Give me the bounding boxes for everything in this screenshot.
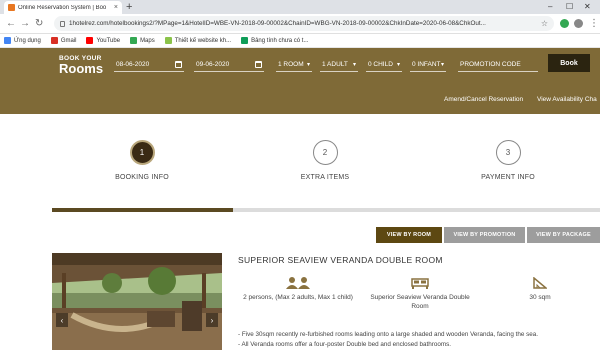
calendar-icon[interactable] — [255, 61, 262, 68]
checkout-date-field[interactable]: 09-06-2020 — [194, 58, 264, 72]
address-toolbar: ← → ↻ 1hotelrez.com/hotelbookings2/?MPag… — [0, 14, 600, 34]
promo-code-input[interactable]: PROMOTION CODE — [458, 58, 538, 72]
bookmark-star-icon[interactable]: ☆ — [541, 19, 548, 28]
forward-icon[interactable]: → — [20, 17, 30, 31]
step-number: 2 — [312, 140, 338, 165]
step-number: 1 — [129, 140, 155, 165]
tab-title: Online Reservation System | Boo — [18, 4, 107, 11]
rooms-select[interactable]: 1 ROOM ▾ — [276, 58, 312, 72]
occupancy-info: 2 persons, (Max 2 adults, Max 1 child) — [238, 277, 358, 302]
bookmark-label: Gmail — [60, 37, 77, 44]
url-input[interactable]: 1hotelrez.com/hotelbookings2/?MPage=1&Ho… — [54, 16, 554, 31]
booking-header: BOOK YOUR Rooms 08-06-2020 09-06-2020 1 … — [0, 48, 600, 114]
bookmark-favicon-icon — [4, 37, 11, 44]
brand-logo: BOOK YOUR Rooms — [59, 55, 103, 75]
room-size-text: 30 sqm — [529, 294, 551, 301]
checkout-date-value: 09-06-2020 — [196, 61, 230, 68]
occupancy-text: 2 persons, (Max 2 adults, Max 1 child) — [243, 294, 353, 301]
bookmark-item[interactable]: Gmail — [50, 37, 77, 44]
room-size-info: 30 sqm — [514, 277, 566, 302]
bookmark-label: Ứng dụng — [14, 37, 41, 44]
step-1: 1 BOOKING INFO — [72, 140, 212, 181]
step-number: 3 — [495, 140, 521, 165]
adults-select[interactable]: 1 ADULT ▾ — [320, 58, 358, 72]
bookmark-favicon-icon — [164, 37, 172, 44]
checkin-date-field[interactable]: 08-06-2020 — [114, 58, 184, 72]
new-tab-button[interactable]: + — [126, 0, 132, 14]
room-title: SUPERIOR SEAVIEW VERANDA DOUBLE ROOM — [238, 255, 443, 265]
set-square-icon — [533, 277, 547, 289]
bookmarks-bar: Ứng dụng Gmail YouTube Maps Thiết kế website… — [0, 34, 600, 48]
rooms-value: 1 ROOM — [278, 61, 304, 68]
persons-icon — [286, 277, 310, 289]
calendar-icon[interactable] — [175, 61, 182, 68]
bed-type-info: Superior Seaview Veranda Double Room — [362, 277, 478, 311]
maximize-icon[interactable]: ☐ — [566, 0, 573, 14]
chevron-down-icon: ▾ — [306, 62, 310, 68]
bed-type-line2: Room — [411, 303, 429, 310]
bookmark-item[interactable]: Thiết kế website kh... — [164, 37, 232, 44]
step-3: 3 PAYMENT INFO — [438, 140, 578, 181]
room-photo-image — [52, 253, 222, 350]
bookmark-label: Bảng tính chưa có t... — [251, 37, 309, 44]
reload-icon[interactable]: ↻ — [35, 17, 43, 31]
lock-icon — [60, 20, 65, 27]
progress-fill — [52, 208, 233, 212]
site-favicon-icon — [8, 4, 15, 11]
profile-avatar-icon[interactable] — [574, 19, 583, 28]
chevron-down-icon: ▾ — [396, 62, 400, 68]
view-tab-3[interactable]: VIEW BY PACKAGE — [527, 227, 600, 243]
description-line: - All Veranda rooms offer a four-poster … — [238, 341, 452, 348]
infants-value: 0 INFANT — [412, 61, 441, 68]
step-label: EXTRA ITEMS — [300, 174, 350, 181]
children-select[interactable]: 0 CHILD ▾ — [366, 58, 402, 72]
step-2: 2 EXTRA ITEMS — [255, 140, 395, 181]
description-line: - Five 30sqm recently re-furbished rooms… — [238, 331, 538, 338]
bookmark-label: Maps — [140, 37, 155, 44]
photo-next-button[interactable]: › — [206, 313, 218, 327]
infants-select[interactable]: 0 INFANT ▾ — [410, 58, 446, 72]
browser-menu-icon[interactable]: ⋮ — [589, 17, 599, 31]
back-icon[interactable]: ← — [6, 17, 16, 31]
view-availability-link[interactable]: View Availability Cha — [537, 96, 597, 103]
promo-code-placeholder: PROMOTION CODE — [460, 61, 521, 68]
bookmark-item[interactable]: YouTube — [86, 37, 120, 44]
bed-icon — [411, 278, 429, 289]
step-label: BOOKING INFO — [115, 174, 169, 181]
brand-main-text: Rooms — [59, 61, 104, 76]
view-tab-2[interactable]: VIEW BY PROMOTION — [444, 227, 525, 243]
tab-close-icon[interactable]: × — [114, 4, 118, 11]
bed-type-line1: Superior Seaview Veranda Double — [370, 294, 470, 301]
url-text: 1hotelrez.com/hotelbookings2/?MPage=1&Ho… — [69, 20, 486, 27]
children-value: 0 CHILD — [368, 61, 393, 68]
bookmark-favicon-icon — [130, 37, 138, 44]
book-button[interactable]: Book — [548, 54, 590, 72]
room-description: - Five 30sqm recently re-furbished rooms… — [238, 330, 598, 350]
chevron-down-icon: ▾ — [440, 62, 444, 68]
minimize-icon[interactable]: – — [548, 0, 552, 14]
chevron-down-icon: ▾ — [352, 62, 356, 68]
bookmark-label: YouTube — [96, 37, 121, 44]
bookmark-label: Thiết kế website kh... — [174, 37, 232, 44]
bookmark-favicon-icon — [50, 37, 58, 44]
window-close-icon[interactable]: ✕ — [584, 0, 591, 14]
bookmark-item[interactable]: Bảng tính chưa có t... — [241, 37, 308, 44]
bookmark-favicon-icon — [241, 37, 249, 44]
checkin-date-value: 08-06-2020 — [116, 61, 150, 68]
view-tab-1[interactable]: VIEW BY ROOM — [376, 227, 442, 243]
progress-track — [52, 208, 600, 212]
browser-tab-strip: Online Reservation System | Boo × + – ☐ … — [0, 0, 600, 14]
bookmark-item[interactable]: Maps — [130, 37, 155, 44]
amend-cancel-link[interactable]: Amend/Cancel Reservation — [444, 96, 523, 103]
extension-icon[interactable] — [560, 19, 569, 28]
photo-prev-button[interactable]: ‹ — [56, 313, 68, 327]
step-label: PAYMENT INFO — [481, 174, 535, 181]
room-photo: ‹ › — [52, 253, 222, 350]
bookmark-favicon-icon — [86, 37, 94, 44]
browser-tab[interactable]: Online Reservation System | Boo × — [4, 1, 122, 14]
bookmark-item[interactable]: Ứng dụng — [4, 37, 41, 44]
adults-value: 1 ADULT — [322, 61, 348, 68]
